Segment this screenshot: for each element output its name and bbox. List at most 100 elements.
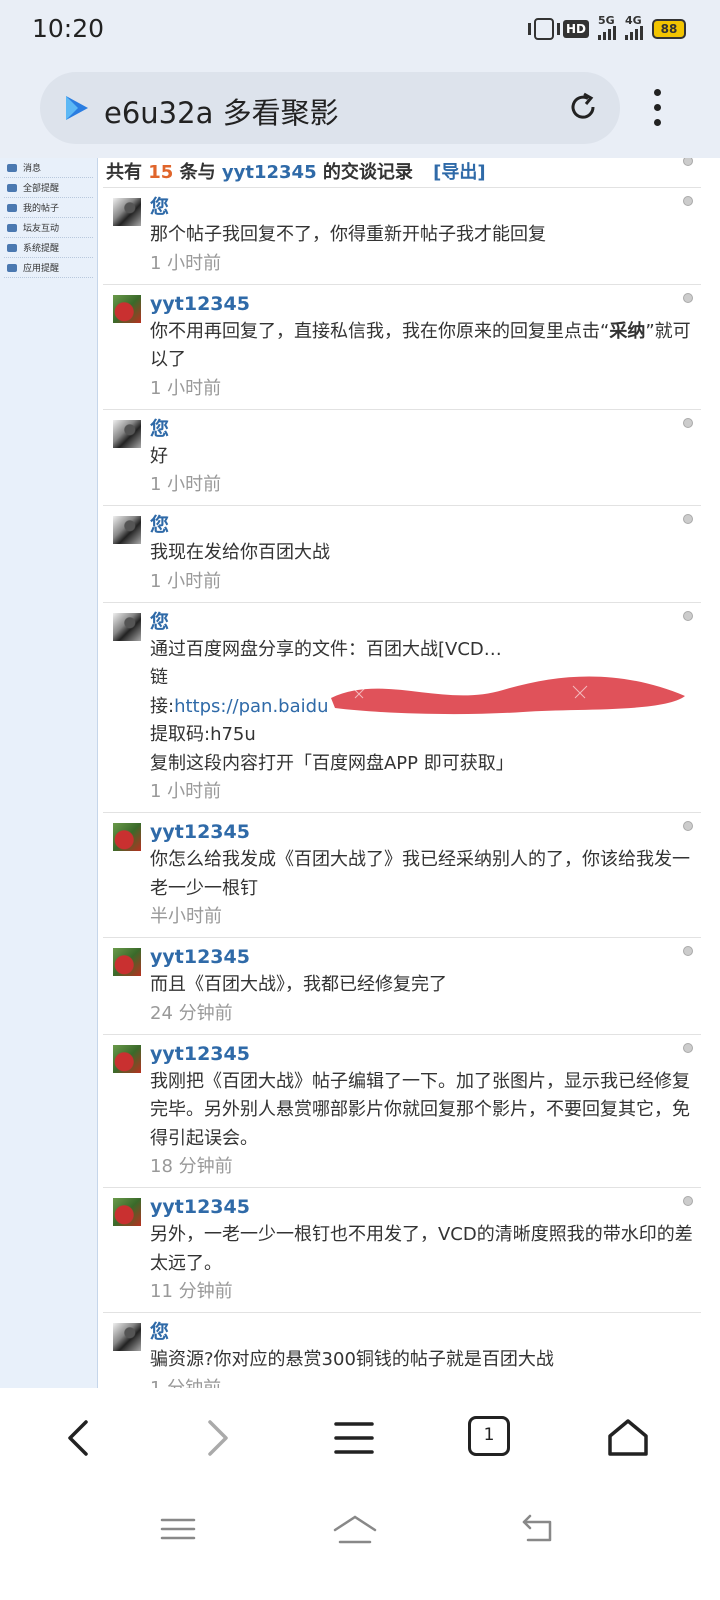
message-sender[interactable]: yyt12345 (150, 1040, 701, 1068)
message-item: 您 骗资源?你对应的悬赏300铜钱的帖子就是百团大战 1 分钟前 (103, 1313, 701, 1388)
page-title[interactable]: e6u32a 多看聚影 (104, 90, 339, 132)
posts-icon (7, 203, 17, 212)
header-suffix: 的交谈记录 (322, 162, 413, 183)
delete-dot-icon[interactable] (683, 821, 693, 831)
message-text: 骗资源?你对应的悬赏300铜钱的帖子就是百团大战 (150, 1349, 554, 1370)
user-icon (7, 183, 17, 192)
message-time: 1 分钟前 (150, 1377, 222, 1389)
message-sender[interactable]: yyt12345 (150, 818, 701, 846)
avatar[interactable] (113, 198, 141, 226)
delete-dot-icon[interactable] (683, 1196, 693, 1206)
share-link[interactable]: https://pan.baidu (174, 696, 328, 717)
forward-icon[interactable] (192, 1416, 240, 1460)
signal-4g-label: 4G (625, 14, 642, 27)
app-icon (7, 263, 17, 272)
delete-dot-icon[interactable] (683, 610, 693, 621)
gear-icon (7, 243, 17, 252)
message-item: 您 好 1 小时前 (103, 410, 701, 506)
message-item: 您 通过百度网盘分享的文件：百团大战[VCD… 链 接:https://pan.… (103, 603, 701, 813)
delete-dot-icon[interactable] (683, 196, 693, 206)
address-bar[interactable]: e6u32a 多看聚影 (40, 72, 620, 144)
sidebar-item-label: 消息 (23, 164, 42, 174)
web-content: 消息 全部提醒 我的帖子 坛友互动 系统提醒 应用提醒 共有 15 条与 yyt… (0, 158, 720, 1388)
avatar[interactable] (113, 294, 141, 323)
reload-icon[interactable] (566, 90, 600, 124)
avatar[interactable] (113, 948, 141, 976)
recents-icon[interactable] (158, 1512, 198, 1546)
message-text: 你不用再回复了，直接私信我，我在你原来的回复里点击“采纳”就可以了 (150, 320, 691, 371)
message-item: yyt12345 你不用再回复了，直接私信我，我在你原来的回复里点击“采纳”就可… (103, 285, 701, 410)
sidebar-item-label: 应用提醒 (23, 264, 60, 274)
browser-logo-icon (66, 96, 88, 120)
avatar[interactable] (113, 1044, 141, 1073)
sidebar-item-label: 我的帖子 (23, 204, 60, 214)
export-link[interactable]: [导出] (433, 162, 485, 183)
sidebar-item-all-notices[interactable]: 全部提醒 (4, 178, 93, 198)
sidebar-item-system[interactable]: 系统提醒 (4, 238, 93, 258)
status-bar: 10:20 HD 5G 4G 88 (0, 0, 720, 62)
header-username[interactable]: yyt12345 (222, 162, 317, 183)
message-text: 我刚把《百团大战》帖子编辑了一下。加了张图片，显示我已经修复完毕。另外别人悬赏哪… (150, 1070, 690, 1149)
hd-icon: HD (562, 20, 589, 38)
delete-dot-icon[interactable] (683, 417, 693, 428)
message-time: 半小时前 (150, 906, 222, 927)
status-time: 10:20 (32, 14, 105, 43)
avatar[interactable] (113, 419, 141, 448)
message-item: 您 我现在发给你百团大战 1 小时前 (103, 506, 701, 603)
message-sender[interactable]: 您 (150, 1318, 701, 1346)
message-text: 你怎么给我发成《百团大战了》我已经采纳别人的了，你该给我发一老一少一根钉 (150, 849, 690, 899)
message-time: 1 小时前 (150, 474, 222, 495)
avatar[interactable] (113, 1323, 141, 1351)
message-time: 1 小时前 (150, 781, 222, 802)
message-text: 那个帖子我回复不了，你得重新开帖子我才能回复 (150, 224, 546, 245)
message-sender[interactable]: yyt12345 (150, 1193, 701, 1221)
avatar[interactable] (113, 612, 141, 641)
message-item: yyt12345 你怎么给我发成《百团大战了》我已经采纳别人的了，你该给我发一老… (103, 813, 701, 938)
system-nav-bar (0, 1488, 720, 1600)
friends-icon (7, 223, 17, 232)
avatar[interactable] (113, 1198, 141, 1226)
delete-dot-icon[interactable] (683, 292, 693, 303)
tabs-button[interactable]: 1 (468, 1416, 510, 1456)
battery-icon: 88 (652, 19, 686, 39)
message-item: yyt12345 而且《百团大战》，我都已经修复完了 24 分钟前 (103, 938, 701, 1035)
sidebar-item-my-posts[interactable]: 我的帖子 (4, 198, 93, 218)
message-sender[interactable]: 您 (150, 193, 701, 221)
avatar[interactable] (113, 823, 141, 851)
message-text: 我现在发给你百团大战 (150, 542, 330, 563)
system-back-icon[interactable] (518, 1512, 558, 1546)
signal-5g-icon: 5G (598, 14, 616, 40)
more-menu-icon[interactable] (645, 86, 669, 130)
delete-dot-icon[interactable] (683, 514, 693, 524)
message-item: yyt12345 我刚把《百团大战》帖子编辑了一下。加了张图片，显示我已经修复完… (103, 1035, 701, 1188)
message-text: 另外，一老一少一根钉也不用发了，VCD的清晰度照我的带水印的差太远了。 (150, 1224, 693, 1274)
browser-toolbar: 1 (0, 1388, 720, 1488)
sidebar-item-label: 坛友互动 (23, 224, 60, 234)
message-time: 11 分钟前 (150, 1281, 233, 1302)
conversation-header: 共有 15 条与 yyt12345 的交谈记录 [导出] (103, 158, 701, 188)
message-sender[interactable]: yyt12345 (150, 290, 701, 318)
home-icon[interactable] (604, 1416, 652, 1460)
vibrate-icon (527, 18, 560, 40)
sidebar-item-apps[interactable]: 应用提醒 (4, 258, 93, 278)
signal-4g-icon: 4G (625, 14, 643, 40)
message-sender[interactable]: yyt12345 (150, 943, 701, 971)
delete-dot-icon[interactable] (683, 158, 693, 166)
delete-dot-icon[interactable] (683, 946, 693, 956)
menu-icon[interactable] (330, 1416, 378, 1460)
delete-dot-icon[interactable] (683, 1042, 693, 1053)
sidebar-item-interaction[interactable]: 坛友互动 (4, 218, 93, 238)
sidebar-item-messages[interactable]: 消息 (4, 158, 93, 178)
message-text: 通过百度网盘分享的文件：百团大战[VCD… (150, 638, 502, 660)
message-sender[interactable]: 您 (150, 511, 701, 539)
message-time: 24 分钟前 (150, 1002, 233, 1024)
header-mid: 条与 (179, 162, 216, 183)
message-time: 18 分钟前 (150, 1156, 233, 1177)
message-sender[interactable]: 您 (150, 608, 701, 636)
header-prefix: 共有 (106, 162, 142, 183)
sidebar-item-label: 系统提醒 (23, 244, 60, 254)
back-icon[interactable] (56, 1416, 104, 1460)
avatar[interactable] (113, 516, 141, 544)
system-home-icon[interactable] (332, 1512, 378, 1546)
message-sender[interactable]: 您 (150, 415, 701, 443)
